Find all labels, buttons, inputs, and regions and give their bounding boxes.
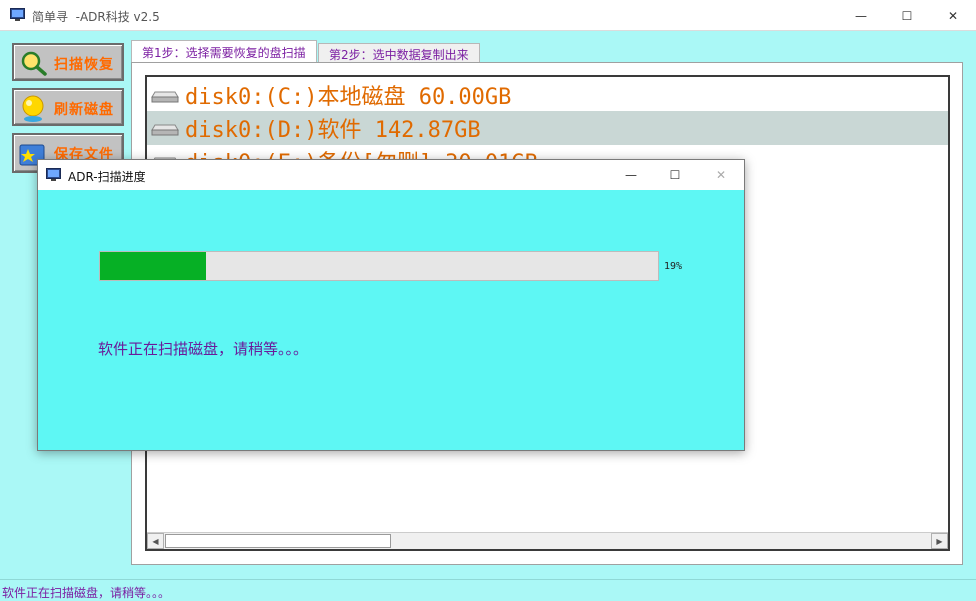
progress-percent-label: 19% xyxy=(664,261,683,272)
hard-drive-icon xyxy=(151,124,179,136)
dialog-maximize-button[interactable]: ☐ xyxy=(652,160,698,190)
scroll-left-button[interactable]: ◀ xyxy=(147,533,164,549)
scan-recover-label: 扫描恢复 xyxy=(54,57,114,73)
dialog-message: 软件正在扫描磁盘，请稍等。。。 xyxy=(98,340,309,358)
hard-drive-icon xyxy=(151,91,179,103)
scan-progress-fill xyxy=(100,252,207,280)
disk-list-item-c[interactable]: disk0:(C:)本地磁盘 60.00GB xyxy=(147,78,948,112)
tab-step2[interactable]: 第2步：选中数据复制出来 xyxy=(318,43,480,62)
minimize-button[interactable]: — xyxy=(838,0,884,31)
scan-progress-bar xyxy=(99,251,659,281)
scroll-right-button[interactable]: ▶ xyxy=(931,533,948,549)
close-button[interactable]: ✕ xyxy=(930,0,976,31)
app-monitor-icon xyxy=(46,168,61,181)
dialog-title: ADR-扫描进度 xyxy=(68,170,146,184)
app-monitor-icon xyxy=(10,8,25,21)
refresh-disk-button[interactable]: 刷新磁盘 xyxy=(12,88,124,126)
disk-label-d: disk0:(D:)软件 142.87GB xyxy=(185,118,481,143)
scan-recover-button[interactable]: 扫描恢复 xyxy=(12,43,124,81)
maximize-button[interactable]: ☐ xyxy=(884,0,930,31)
tab-step1[interactable]: 第1步：选择需要恢复的盘扫描 xyxy=(131,40,317,62)
refresh-icon xyxy=(22,95,44,122)
dialog-close-button[interactable]: ✕ xyxy=(698,160,744,190)
refresh-disk-label: 刷新磁盘 xyxy=(54,102,114,118)
disk-list-item-d[interactable]: disk0:(D:)软件 142.87GB xyxy=(147,111,948,145)
main-titlebar: 简单寻 -ADR科技 v2.5 — ☐ ✕ xyxy=(0,0,976,31)
disk-label-c: disk0:(C:)本地磁盘 60.00GB xyxy=(185,85,512,110)
status-text: 软件正在扫描磁盘，请稍等。。。 xyxy=(2,586,171,600)
status-bar: 软件正在扫描磁盘，请稍等。。。 xyxy=(0,579,976,601)
scan-progress-dialog: ADR-扫描进度 — ☐ ✕ 19% 软件正在扫描磁盘，请稍等。。。 xyxy=(37,159,745,451)
horizontal-scrollbar[interactable]: ◀ ▶ xyxy=(147,532,948,549)
dialog-titlebar: ADR-扫描进度 — ☐ ✕ xyxy=(38,160,744,190)
window-title: 简单寻 -ADR科技 v2.5 xyxy=(32,10,160,24)
dialog-minimize-button[interactable]: — xyxy=(608,160,654,190)
scroll-thumb[interactable] xyxy=(165,534,391,548)
magnifier-icon xyxy=(21,51,47,76)
